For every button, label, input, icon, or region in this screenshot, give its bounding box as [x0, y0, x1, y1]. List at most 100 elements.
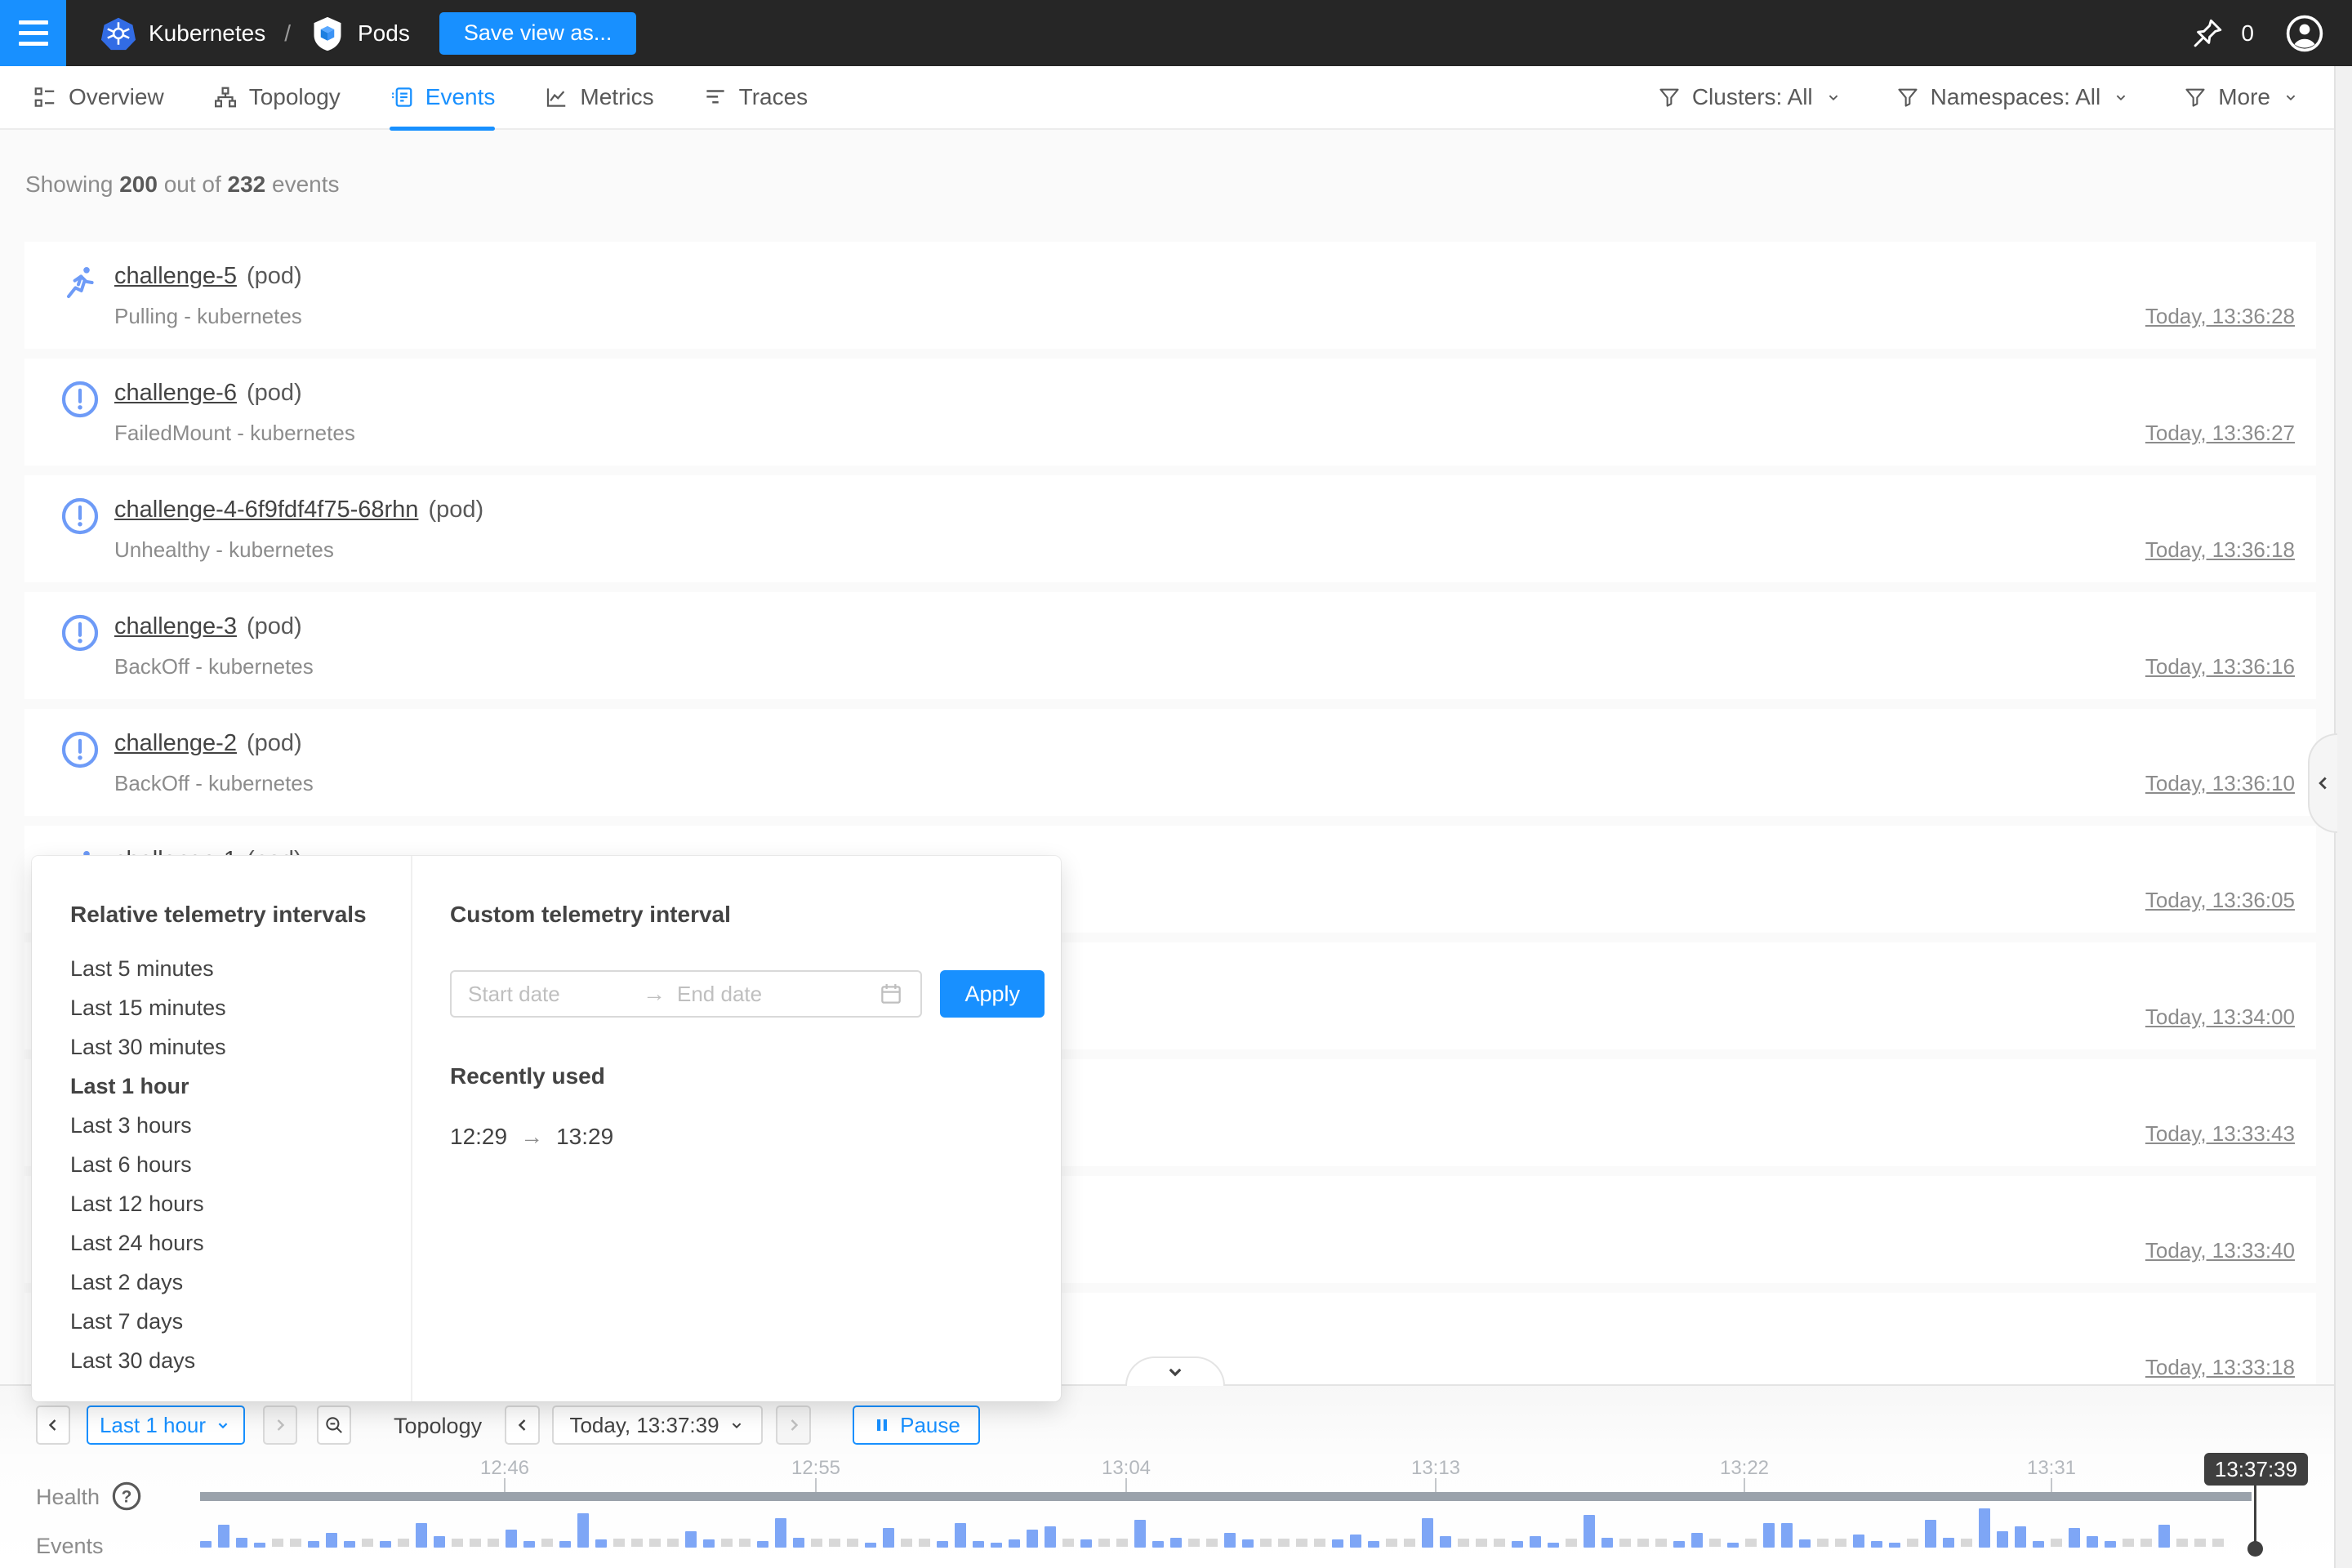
custom-interval-section: Custom telemetry interval → Apply Recent… — [412, 856, 1061, 1401]
histogram-bar — [344, 1541, 355, 1548]
tab-metrics[interactable]: Metrics — [544, 65, 653, 129]
health-row-label: Health — [36, 1485, 100, 1510]
histogram-bar — [883, 1528, 894, 1548]
next-time-button[interactable] — [776, 1405, 811, 1445]
end-date-input[interactable] — [677, 982, 840, 1007]
save-view-as-button[interactable]: Save view as... — [439, 12, 637, 55]
breadcrumb-app[interactable]: Kubernetes — [149, 20, 265, 47]
breadcrumb-page[interactable]: Pods — [358, 20, 410, 47]
interval-option[interactable]: Last 2 days — [70, 1263, 411, 1302]
interval-option[interactable]: Last 24 hours — [70, 1223, 411, 1263]
histogram-bar — [1727, 1543, 1739, 1548]
event-name-link[interactable]: challenge-3 — [114, 613, 237, 639]
recently-used-title: Recently used — [450, 1063, 1061, 1089]
event-timestamp-link[interactable]: Today, 13:36:18 — [2145, 537, 2295, 563]
collapse-drawer-tab[interactable] — [1125, 1356, 1225, 1386]
event-name-link[interactable]: challenge-5 — [114, 263, 237, 289]
histogram-bar — [1350, 1535, 1361, 1548]
histogram-empty-dash — [1206, 1539, 1218, 1547]
help-icon[interactable]: ? — [110, 1480, 143, 1512]
histogram-bar — [793, 1538, 804, 1548]
prev-interval-button[interactable] — [36, 1405, 70, 1445]
top-bar: Kubernetes / Pods Save view as... 0 — [0, 0, 2352, 66]
menu-button[interactable] — [0, 0, 66, 66]
histogram-empty-dash — [1566, 1539, 1577, 1547]
warning-event-icon — [60, 497, 100, 536]
event-timestamp-link[interactable]: Today, 13:34:00 — [2145, 1004, 2295, 1030]
interval-option[interactable]: Last 6 hours — [70, 1145, 411, 1184]
event-timestamp-link[interactable]: Today, 13:33:18 — [2145, 1355, 2295, 1380]
total-count: 232 — [228, 172, 266, 197]
tab-events[interactable]: Events — [390, 65, 496, 129]
date-range-picker[interactable]: → — [450, 970, 922, 1018]
filter-clusters-label: Clusters: All — [1692, 84, 1813, 110]
prev-time-button[interactable] — [505, 1405, 540, 1445]
interval-option[interactable]: Last 7 days — [70, 1302, 411, 1341]
chevron-right-icon — [784, 1415, 804, 1435]
expand-side-panel-tab[interactable] — [2308, 733, 2337, 833]
zoom-out-button[interactable] — [317, 1405, 351, 1445]
pause-button[interactable]: Pause — [853, 1405, 980, 1445]
interval-option[interactable]: Last 30 days — [70, 1341, 411, 1380]
filter-namespaces-label: Namespaces: All — [1931, 84, 2101, 110]
event-timestamp-link[interactable]: Today, 13:36:28 — [2145, 304, 2295, 329]
tab-metrics-label: Metrics — [580, 84, 653, 110]
histogram-bar — [577, 1513, 589, 1548]
topology-icon — [213, 85, 238, 109]
apply-button[interactable]: Apply — [940, 970, 1045, 1018]
event-timestamp-link[interactable]: Today, 13:33:40 — [2145, 1238, 2295, 1263]
interval-option[interactable]: Last 1 hour — [70, 1067, 411, 1106]
event-reason: FailedMount - kubernetes — [114, 421, 355, 446]
time-cursor-handle[interactable] — [2247, 1541, 2263, 1557]
tab-traces[interactable]: Traces — [703, 65, 808, 129]
filter-clusters[interactable]: Clusters: All — [1658, 84, 1842, 110]
histogram-empty-dash — [1817, 1539, 1829, 1547]
interval-option[interactable]: Last 12 hours — [70, 1184, 411, 1223]
interval-select-button[interactable]: Last 1 hour — [87, 1405, 245, 1445]
histogram-empty-dash — [649, 1539, 661, 1547]
histogram-bar — [236, 1538, 247, 1548]
time-cursor-line — [2254, 1486, 2256, 1544]
interval-option[interactable]: Last 5 minutes — [70, 949, 411, 988]
event-name-link[interactable]: challenge-4-6f9fdf4f75-68rhn — [114, 497, 418, 523]
recently-used-range[interactable]: 12:29 → 13:29 — [450, 1124, 1061, 1150]
event-timestamp-link[interactable]: Today, 13:36:05 — [2145, 888, 2295, 913]
pin-icon[interactable] — [2190, 16, 2225, 51]
event-timestamp-link[interactable]: Today, 13:36:10 — [2145, 771, 2295, 796]
avatar[interactable] — [2285, 14, 2324, 53]
health-status-bar[interactable] — [200, 1492, 2252, 1501]
chevron-right-icon — [270, 1415, 290, 1435]
event-row: challenge-6(pod)FailedMount - kubernetes… — [24, 359, 2316, 466]
histogram-empty-dash — [1386, 1539, 1397, 1547]
start-date-input[interactable] — [468, 982, 631, 1007]
funnel-icon — [1658, 86, 1681, 109]
custom-interval-title: Custom telemetry interval — [450, 902, 1061, 928]
event-timestamp-link[interactable]: Today, 13:36:27 — [2145, 421, 2295, 446]
tab-overview[interactable]: Overview — [33, 65, 164, 129]
event-name-link[interactable]: challenge-6 — [114, 380, 237, 406]
interval-option[interactable]: Last 3 hours — [70, 1106, 411, 1145]
histogram-bar — [1422, 1518, 1433, 1548]
range-arrow-icon: → — [520, 1124, 543, 1150]
time-select-button[interactable]: Today, 13:37:39 — [552, 1405, 763, 1445]
event-timestamp-link[interactable]: Today, 13:36:16 — [2145, 654, 2295, 679]
histogram-bar — [523, 1541, 535, 1548]
filter-namespaces[interactable]: Namespaces: All — [1896, 84, 2131, 110]
histogram-bar — [2158, 1525, 2170, 1548]
interval-option[interactable]: Last 30 minutes — [70, 1027, 411, 1067]
filter-more-label: More — [2218, 84, 2270, 110]
event-name-link[interactable]: challenge-2 — [114, 730, 237, 756]
histogram-bar — [1170, 1538, 1182, 1548]
event-timestamp-link[interactable]: Today, 13:33:43 — [2145, 1121, 2295, 1147]
next-interval-button[interactable] — [263, 1405, 297, 1445]
interval-option[interactable]: Last 15 minutes — [70, 988, 411, 1027]
histogram-bar — [1027, 1530, 1038, 1548]
zoom-out-icon — [323, 1414, 345, 1436]
time-tick-label: 13:13 — [1411, 1457, 1460, 1480]
tab-topology[interactable]: Topology — [213, 65, 341, 129]
chevron-down-icon — [728, 1416, 746, 1434]
filter-more[interactable]: More — [2184, 84, 2300, 110]
histogram-bar — [1530, 1536, 1541, 1548]
chevron-left-icon — [513, 1415, 532, 1435]
events-row-label: Events — [36, 1534, 104, 1559]
